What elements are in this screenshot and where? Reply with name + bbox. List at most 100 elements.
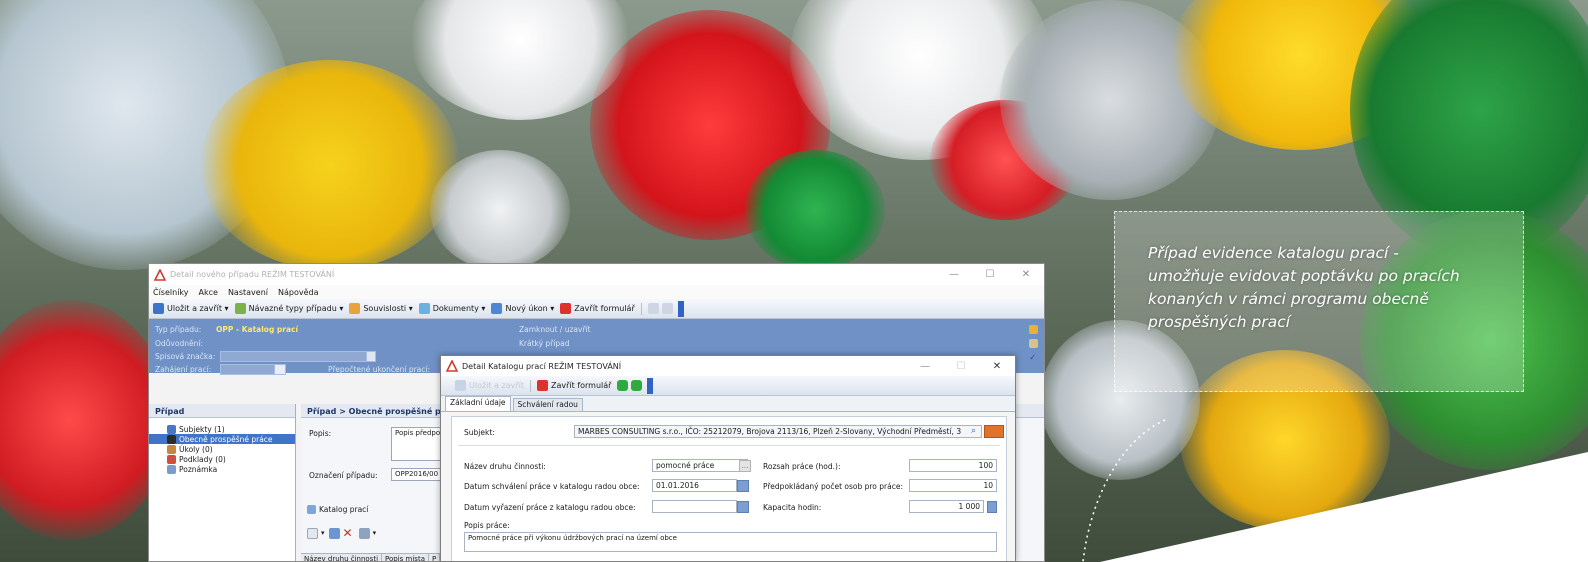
next-record-icon[interactable] [631, 380, 643, 391]
catalog-toolbar: ▾ ✕ ▾ [307, 526, 376, 540]
start-label: Zahájení prací: [155, 365, 212, 374]
case-type-value: OPP - Katalog prací [216, 325, 299, 334]
next-record-icon[interactable] [661, 303, 673, 314]
key-icon[interactable] [1029, 339, 1038, 348]
related-types-icon [234, 303, 246, 314]
activity-name-field[interactable]: pomocné práce [652, 459, 748, 472]
approval-date-calendar-icon[interactable] [737, 480, 749, 492]
recount-label: Přepočtené ukončení prací: [328, 365, 431, 374]
designation-label: Označení případu: [309, 471, 378, 480]
new-row-dropdown-icon[interactable]: ▾ [321, 529, 325, 537]
tree-item-subjects[interactable]: Subjekty (1) [149, 424, 295, 434]
dialog-close-button[interactable]: ✕ [979, 361, 1015, 372]
tree-item-tasks[interactable]: Úkoly (0) [149, 444, 295, 454]
close-form-button[interactable]: Zavřít formulář [560, 303, 635, 314]
tasks-icon [167, 444, 176, 454]
work-range-field[interactable]: 100 [909, 459, 997, 472]
documents-button[interactable]: Dokumenty ▾ [418, 303, 485, 314]
tree-item-label: Úkoly (0) [179, 444, 213, 454]
links-icon [349, 303, 361, 314]
links-button[interactable]: Souvislosti ▾ [349, 303, 413, 314]
persons-count-field[interactable]: 10 [909, 479, 997, 492]
subject-action-button[interactable] [984, 425, 1004, 438]
edit-row-icon[interactable] [328, 527, 340, 539]
refresh-icon[interactable] [358, 527, 370, 539]
subject-label: Subjekt: [464, 428, 495, 437]
locked-label: Zamknout / uzavřít [519, 325, 591, 334]
main-titlebar: Detail nového případu REŽIM TESTOVÁNÍ — … [149, 264, 1044, 285]
menu-nastaveni[interactable]: Nastavení [228, 288, 268, 297]
delete-row-icon[interactable]: ✕ [343, 526, 353, 540]
new-task-button[interactable]: Nový úkon ▾ [491, 303, 554, 314]
capacity-label: Kapacita hodin: [763, 503, 822, 512]
tools-icon [167, 434, 176, 444]
maximize-button[interactable]: ☐ [972, 269, 1008, 280]
menu-bar: Číselníky Akce Nastavení Nápověda [149, 285, 1044, 299]
tab-basic-data[interactable]: Základní údaje [445, 396, 511, 411]
subject-search-icon[interactable]: ⌕ [971, 426, 976, 436]
menu-ciselniky[interactable]: Číselníky [153, 288, 189, 297]
prev-record-icon[interactable] [617, 380, 629, 391]
catalog-detail-dialog: Detail Katalogu prací REŽIM TESTOVÁNÍ — … [440, 355, 1016, 562]
file-mark-input[interactable] [220, 351, 368, 362]
short-case-label: Krátký případ [519, 339, 570, 348]
description-field[interactable]: Pomocné práce při výkonu údržbových prac… [464, 532, 997, 552]
dialog-save-close-button[interactable]: Uložit a zavřít [455, 380, 524, 391]
approval-date-field[interactable]: 01.01.2016 [652, 479, 737, 492]
save-icon [153, 303, 164, 314]
description-label: Popis práce: [464, 521, 510, 530]
dialog-close-form-label: Zavřít formulář [551, 381, 612, 390]
dialog-toolbar-overflow[interactable] [647, 377, 654, 394]
column-header[interactable]: Název druhu činnosti [301, 554, 383, 561]
persons-count-label: Předpokládaný počet osob pro práce: [763, 482, 903, 491]
new-row-icon[interactable] [307, 527, 318, 539]
menu-napoveda[interactable]: Nápověda [278, 288, 319, 297]
main-window-title: Detail nového případu REŽIM TESTOVÁNÍ [170, 270, 335, 279]
toolbar-overflow[interactable] [677, 300, 684, 317]
column-header[interactable]: P [429, 554, 441, 561]
close-button[interactable]: ✕ [1008, 269, 1044, 280]
tree-item-label: Poznámka [179, 464, 218, 474]
links-label: Souvislosti [363, 304, 407, 313]
minimize-button[interactable]: — [936, 269, 972, 280]
new-task-icon [491, 303, 503, 314]
check-icon[interactable]: ✓ [1029, 353, 1038, 363]
app-logo-icon [154, 268, 166, 281]
lock-icon[interactable] [1029, 325, 1038, 334]
save-close-button[interactable]: Uložit a zavřít ▾ [153, 303, 229, 314]
prev-record-icon[interactable] [647, 303, 659, 314]
tab-council-approval[interactable]: Schválení radou [512, 398, 583, 411]
dialog-save-close-label: Uložit a zavřít [469, 381, 525, 390]
case-tree-header: Případ [149, 404, 295, 418]
note-icon [167, 464, 176, 474]
catalog-toolbar-more-icon[interactable]: ▾ [373, 529, 377, 537]
tree-item-note[interactable]: Poznámka [149, 464, 295, 474]
removal-date-label: Datum vyřazení práce z katalogu radou ob… [464, 503, 636, 512]
dialog-toolbar: Uložit a zavřít Zavřít formulář [441, 376, 1015, 396]
removal-date-calendar-icon[interactable] [737, 501, 749, 513]
column-header[interactable]: Popis místa [382, 554, 429, 561]
tree-item-label: Podklady (0) [179, 454, 226, 464]
catalog-section-header: Katalog prací [307, 505, 368, 514]
users-icon [167, 424, 176, 434]
removal-date-field[interactable] [652, 500, 737, 513]
dialog-minimize-button[interactable]: — [907, 361, 943, 372]
activity-picker-button[interactable]: … [739, 460, 751, 472]
related-types-button[interactable]: Návazné typy případu ▾ [234, 303, 343, 314]
close-form-label: Zavřít formulář [574, 304, 635, 313]
dialog-maximize-button[interactable]: ☐ [943, 361, 979, 372]
activity-name-label: Název druhu činnosti: [464, 462, 546, 471]
capacity-field[interactable]: 1 000 [909, 500, 984, 513]
capacity-calculator-icon[interactable] [987, 501, 997, 513]
tree-item-documents[interactable]: Podklady (0) [149, 454, 295, 464]
dialog-close-form-button[interactable]: Zavřít formulář [537, 380, 611, 391]
popis-label: Popis: [309, 429, 332, 438]
dialog-titlebar: Detail Katalogu prací REŽIM TESTOVÁNÍ — … [441, 356, 1015, 376]
case-tree: Případ Subjekty (1) Obecně prospěšné prá… [149, 404, 296, 561]
tree-item-community-work[interactable]: Obecně prospěšné práce [149, 434, 295, 444]
menu-akce[interactable]: Akce [199, 288, 218, 297]
toolbar-separator [640, 302, 642, 315]
subject-field[interactable]: MARBES CONSULTING s.r.o., IČO: 25212079,… [574, 425, 982, 438]
file-mark-picker[interactable] [366, 351, 376, 362]
start-date-calendar-icon[interactable] [274, 364, 286, 375]
